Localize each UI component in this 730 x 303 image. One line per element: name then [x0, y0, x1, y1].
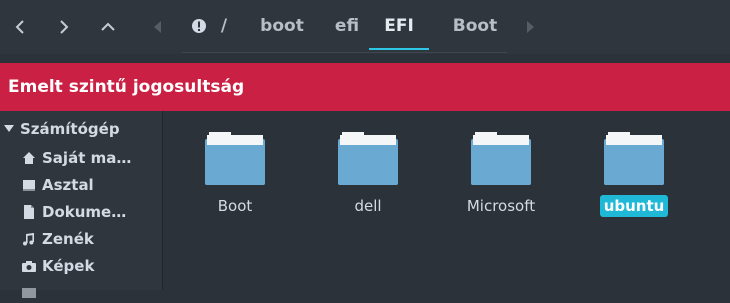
camera-icon	[22, 260, 36, 272]
home-icon	[22, 151, 36, 165]
sidebar-item-home[interactable]: Saját ma…	[22, 147, 131, 169]
folder-icon	[471, 132, 531, 185]
folder-icon	[22, 286, 36, 298]
file-name-selected: ubuntu	[574, 195, 694, 217]
crumb-efi[interactable]: efi	[322, 0, 372, 52]
folder-icon	[205, 132, 265, 185]
sidebar-item-label: Képek	[42, 257, 95, 275]
document-icon	[22, 205, 36, 219]
folder-icon	[604, 132, 664, 185]
crumb-boot[interactable]: boot	[252, 0, 312, 52]
file-view: Boot dell Microsoft ubuntu	[163, 111, 730, 290]
sidebar-item-label: Zenék	[42, 230, 94, 248]
file-name: Boot	[217, 197, 253, 215]
chevron-left-icon	[15, 20, 24, 34]
sidebar: Számítógép Saját ma… Asztal Dokume… Zené…	[0, 111, 163, 298]
desktop-icon	[22, 178, 36, 192]
path-separator: /	[220, 16, 228, 36]
triangle-right-icon	[527, 21, 534, 33]
sidebar-item-music[interactable]: Zenék	[22, 228, 94, 250]
triangle-down-icon	[4, 125, 14, 132]
music-icon	[22, 232, 36, 246]
crumb-EFI[interactable]: EFI	[369, 0, 429, 52]
elevated-privileges-text: Emelt szintű jogosultság	[8, 77, 245, 97]
sidebar-section-label: Számítógép	[20, 120, 120, 138]
elevated-privileges-bar: Emelt szintű jogosultság	[0, 63, 730, 111]
forward-button[interactable]	[51, 14, 77, 40]
up-button[interactable]	[95, 14, 121, 40]
sidebar-item-partial[interactable]	[22, 281, 36, 303]
breadcrumb: / boot efi EFI Boot	[182, 0, 507, 53]
back-button[interactable]	[7, 14, 33, 40]
sidebar-item-label: Dokume…	[42, 203, 127, 221]
path-scroll-right-button[interactable]	[524, 18, 536, 36]
sidebar-item-label: Saját ma…	[42, 149, 132, 167]
file-item-microsoft[interactable]: Microsoft	[441, 131, 561, 231]
path-scroll-left-button[interactable]	[152, 18, 164, 36]
toolbar: / boot efi EFI Boot	[0, 0, 730, 54]
folder-icon	[338, 132, 398, 185]
file-name: Microsoft	[466, 197, 536, 215]
chevron-right-icon	[60, 20, 69, 34]
sidebar-section-computer[interactable]: Számítógép	[4, 119, 120, 139]
chevron-up-icon	[101, 22, 115, 31]
selected-name-highlight: ubuntu	[599, 195, 669, 217]
sidebar-item-documents[interactable]: Dokume…	[22, 201, 126, 223]
sidebar-item-desktop[interactable]: Asztal	[22, 174, 94, 196]
sidebar-item-label: Asztal	[42, 176, 94, 194]
triangle-left-icon	[154, 21, 161, 33]
sidebar-item-pictures[interactable]: Képek	[22, 255, 94, 277]
path-root-button[interactable]	[188, 0, 210, 52]
crumb-Boot[interactable]: Boot	[442, 0, 508, 52]
file-item-dell[interactable]: dell	[308, 131, 428, 231]
warning-icon	[192, 19, 206, 33]
file-item-ubuntu[interactable]: ubuntu	[574, 131, 694, 231]
file-name: dell	[354, 197, 382, 215]
file-item-boot[interactable]: Boot	[175, 131, 295, 231]
